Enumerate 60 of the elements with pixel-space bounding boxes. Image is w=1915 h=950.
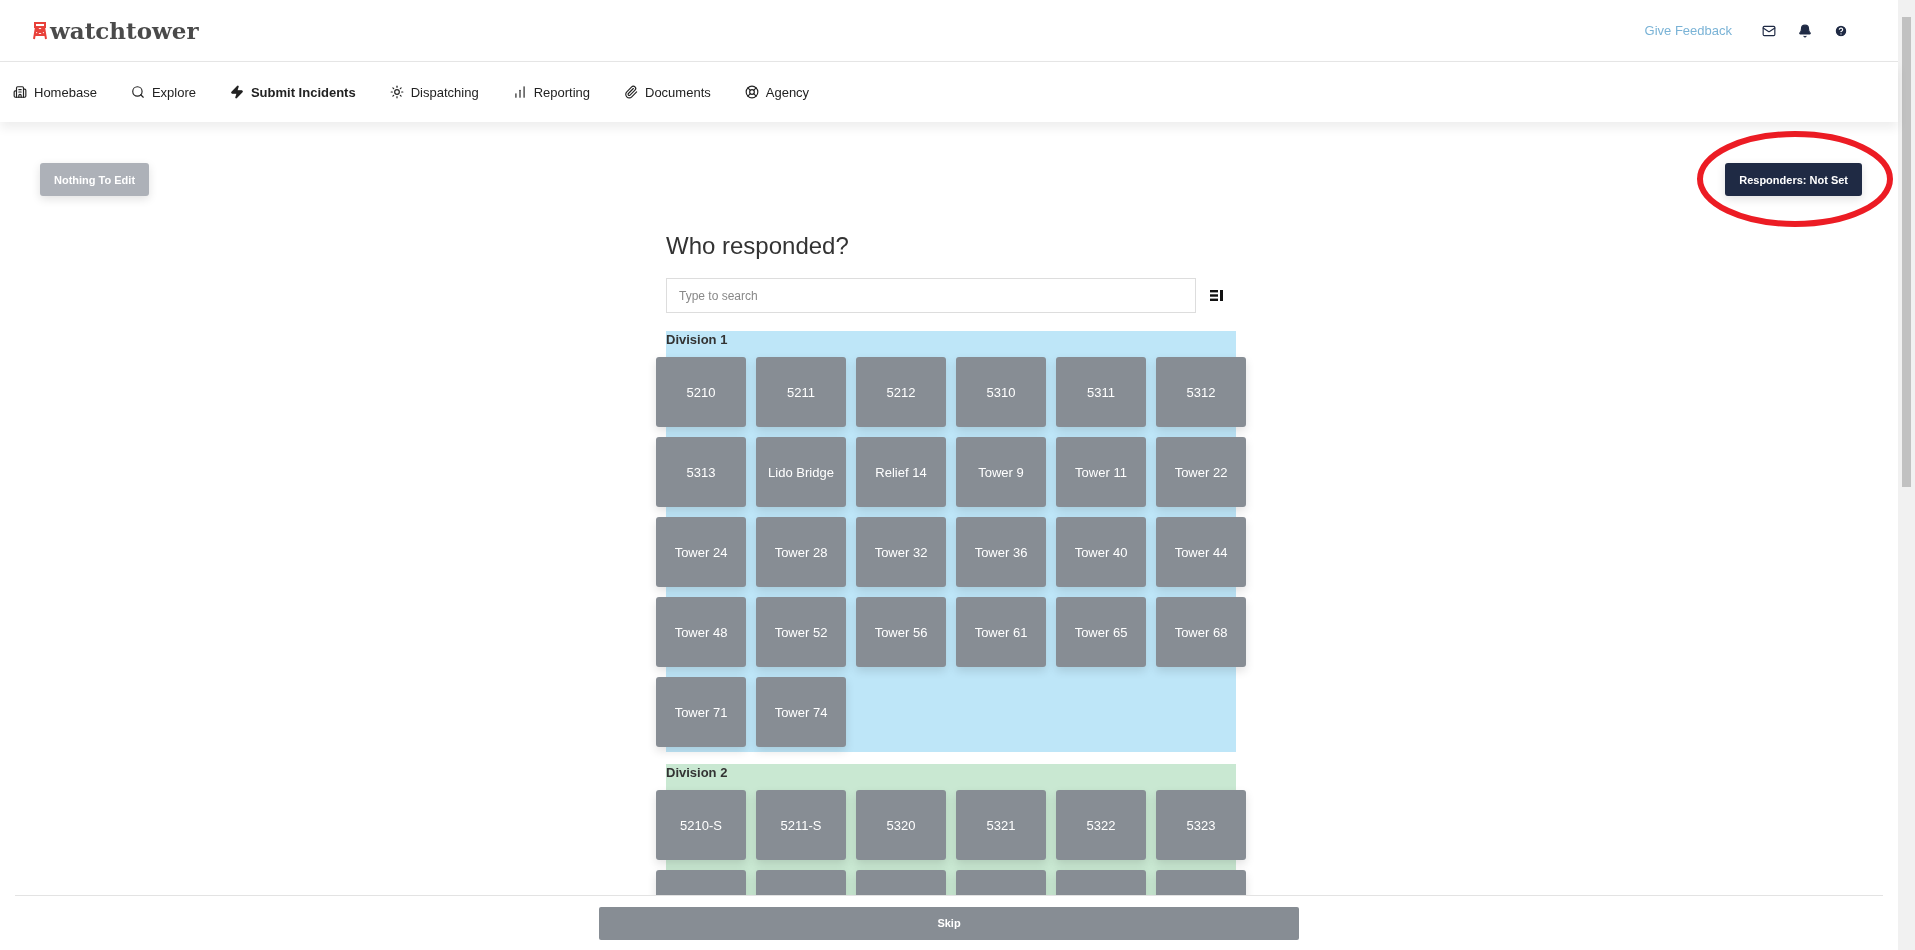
scrollbar[interactable] — [1898, 0, 1915, 950]
nav-link[interactable]: Reporting — [512, 84, 590, 100]
bell-icon[interactable] — [1798, 23, 1812, 38]
skip-button[interactable]: Skip — [599, 906, 1299, 940]
unit-tile[interactable]: 5210 — [656, 357, 746, 427]
nav-link[interactable]: Agency — [744, 84, 810, 100]
unit-tile[interactable]: Tower 71 — [656, 677, 746, 747]
unit-tile[interactable]: 5321 — [956, 790, 1046, 860]
paperclip-icon — [624, 85, 638, 99]
feedback-link[interactable]: Give Feedback — [1644, 23, 1732, 38]
unit-tile[interactable]: 5310 — [956, 357, 1046, 427]
unit-tile[interactable]: 5211 — [756, 357, 846, 427]
mail-icon[interactable] — [1762, 23, 1776, 38]
list-view-icon[interactable] — [1210, 290, 1223, 301]
nav-link[interactable]: Homebase — [13, 84, 97, 100]
unit-tile[interactable]: Tower 40 — [1056, 517, 1146, 587]
unit-tile[interactable]: Tower 24 — [656, 517, 746, 587]
unit-tile[interactable]: Tower 11 — [1056, 437, 1146, 507]
unit-tile[interactable]: Lido Bridge — [756, 437, 846, 507]
unit-tile[interactable]: Tower 68 — [1156, 597, 1246, 667]
unit-tile[interactable]: 5312 — [1156, 357, 1246, 427]
unit-tile[interactable]: Tower 56 — [856, 597, 946, 667]
unit-tile[interactable]: Tower 22 — [1156, 437, 1246, 507]
unit-tile[interactable]: 5320 — [856, 790, 946, 860]
unit-tile[interactable]: 5322 — [1056, 790, 1146, 860]
logo-text: watchtower — [50, 17, 199, 44]
unit-tile[interactable]: Tower 52 — [756, 597, 846, 667]
unit-tile[interactable]: 5210-S — [656, 790, 746, 860]
chart-icon — [512, 85, 527, 99]
nav-link[interactable]: Submit Incidents — [229, 84, 356, 100]
unit-tile[interactable]: 5211-S — [756, 790, 846, 860]
unit-tile[interactable]: Tower 9 — [956, 437, 1046, 507]
tower-logo-icon — [33, 21, 47, 40]
unit-tile[interactable]: Tower 32 — [856, 517, 946, 587]
nav-link[interactable]: Explore — [130, 84, 196, 100]
unit-tile[interactable]: 5313 — [656, 437, 746, 507]
nav-link[interactable]: Dispatching — [389, 84, 479, 100]
page-title: Who responded? — [666, 232, 850, 260]
unit-tile[interactable]: 5323 — [1156, 790, 1246, 860]
unit-tile[interactable]: 5311 — [1056, 357, 1146, 427]
unit-tile[interactable]: Tower 28 — [756, 517, 846, 587]
division-name: Division 2 — [666, 764, 729, 782]
starburst-icon — [389, 85, 404, 99]
search-icon — [130, 85, 145, 99]
unit-tile[interactable]: Tower 48 — [656, 597, 746, 667]
unit-tile[interactable]: Tower 65 — [1056, 597, 1146, 667]
responders-button[interactable]: Responders: Not Set — [1725, 163, 1862, 196]
unit-tile[interactable]: Tower 44 — [1156, 517, 1246, 587]
unit-tile[interactable]: Tower 61 — [956, 597, 1046, 667]
lifebuoy-icon — [744, 85, 759, 99]
unit-tile[interactable]: Relief 14 — [856, 437, 946, 507]
nav-link[interactable]: Documents — [624, 84, 711, 100]
lightning-icon — [229, 85, 244, 99]
building-icon — [13, 85, 27, 99]
search-field[interactable]: Type to search — [666, 278, 1196, 313]
division-name: Division 1 — [666, 331, 729, 349]
unit-tile[interactable]: Tower 74 — [756, 677, 846, 747]
help-icon[interactable] — [1834, 23, 1848, 38]
unit-tile[interactable]: Tower 36 — [956, 517, 1046, 587]
unit-tile[interactable]: 5212 — [856, 357, 946, 427]
